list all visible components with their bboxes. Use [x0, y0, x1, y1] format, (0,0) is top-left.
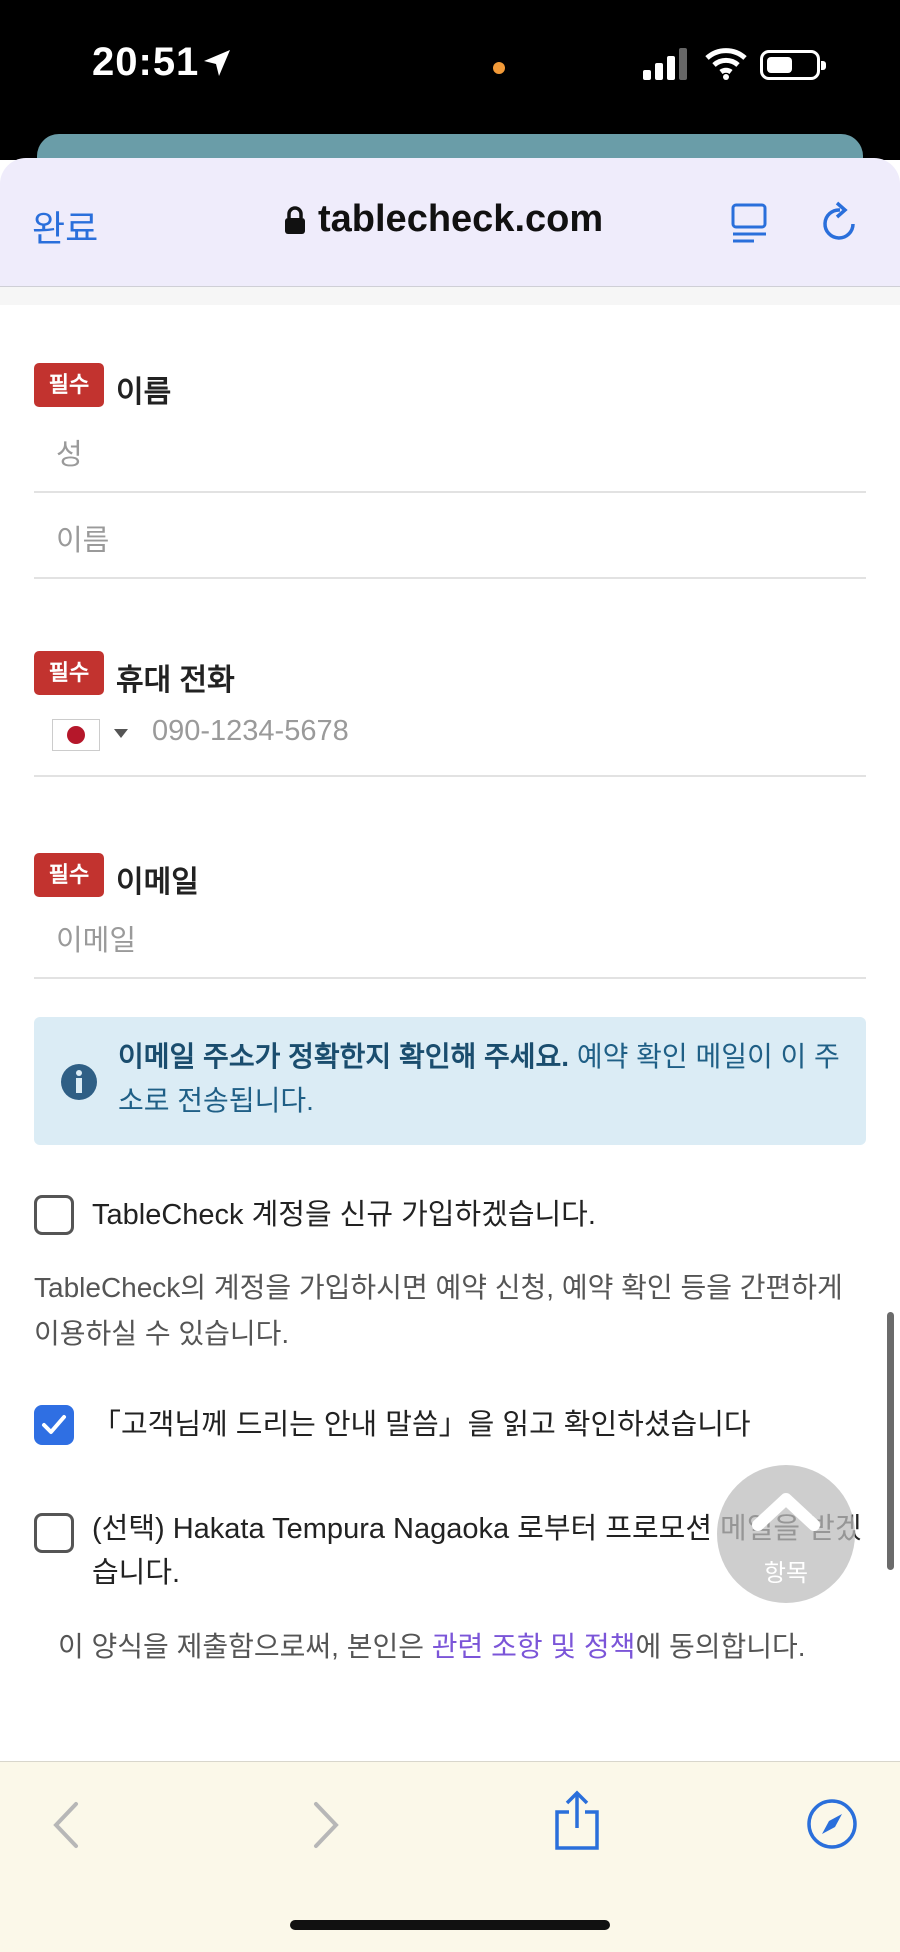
- notice-confirm-checkbox[interactable]: [34, 1405, 74, 1445]
- surname-placeholder: 성: [56, 439, 83, 471]
- email-placeholder: 이메일: [56, 925, 137, 957]
- notice-confirm-label[interactable]: 「고객님께 드리는 안내 말씀」을 읽고 확인하셨습니다: [92, 1403, 751, 1447]
- signup-account-checkbox[interactable]: [34, 1195, 74, 1235]
- location-arrow-icon: [204, 50, 230, 76]
- email-info-box: 이메일 주소가 정확한지 확인해 주세요. 예약 확인 메일이 이 주소로 전송…: [34, 1017, 866, 1145]
- email-input[interactable]: 이메일: [34, 895, 866, 979]
- compass-icon[interactable]: [806, 1798, 858, 1850]
- info-bold-text: 이메일 주소가 정확한지 확인해 주세요.: [118, 1041, 570, 1072]
- browser-url-bar: 완료 tablecheck.com: [0, 158, 900, 287]
- address-field[interactable]: tablecheck.com: [284, 198, 603, 241]
- given-name-placeholder: 이름: [56, 525, 110, 557]
- back-icon[interactable]: [50, 1800, 84, 1850]
- promotion-email-checkbox[interactable]: [34, 1513, 74, 1553]
- submit-note: 이 양식을 제출함으로써, 본인은 관련 조항 및 정책에 동의합니다.: [58, 1631, 806, 1662]
- lock-icon: [285, 205, 305, 234]
- reader-view-icon[interactable]: [730, 202, 770, 244]
- chevron-down-icon[interactable]: [114, 729, 128, 738]
- share-icon[interactable]: [552, 1790, 602, 1852]
- privacy-indicator-dot: [493, 62, 505, 74]
- japan-flag-icon[interactable]: [52, 719, 100, 751]
- given-name-input[interactable]: 이름: [34, 495, 866, 579]
- info-icon: [61, 1064, 97, 1100]
- account-description: TableCheck의 계정을 가입하시면 예약 신청, 예약 확인 등을 간편…: [34, 1272, 843, 1349]
- phone-input[interactable]: 090-1234-5678: [34, 693, 866, 777]
- chevron-up-icon: [752, 1493, 820, 1531]
- wifi-icon: [705, 48, 747, 80]
- cellular-signal-icon: [643, 48, 687, 80]
- forward-icon[interactable]: [308, 1800, 342, 1850]
- terms-link[interactable]: 관련 조항 및 정책: [432, 1631, 636, 1662]
- surname-input[interactable]: 성: [34, 409, 866, 493]
- home-indicator: [290, 1920, 610, 1930]
- reload-icon[interactable]: [820, 200, 860, 244]
- status-time: 20:51: [92, 40, 200, 84]
- done-button[interactable]: 완료: [32, 200, 98, 252]
- signup-account-label[interactable]: TableCheck 계정을 신규 가입하겠습니다.: [92, 1193, 596, 1237]
- checkmark-icon: [42, 1415, 66, 1434]
- phone-placeholder: 090-1234-5678: [152, 715, 349, 747]
- required-badge: 필수: [34, 853, 104, 897]
- fab-label: 항목: [763, 1560, 809, 1587]
- scrollbar[interactable]: [887, 1312, 894, 1570]
- scroll-to-items-button[interactable]: 항목: [717, 1465, 855, 1603]
- name-label: 이름: [116, 376, 172, 409]
- battery-icon: [760, 50, 826, 80]
- required-badge: 필수: [34, 651, 104, 695]
- url-text: tablecheck.com: [318, 198, 604, 240]
- required-badge: 필수: [34, 363, 104, 407]
